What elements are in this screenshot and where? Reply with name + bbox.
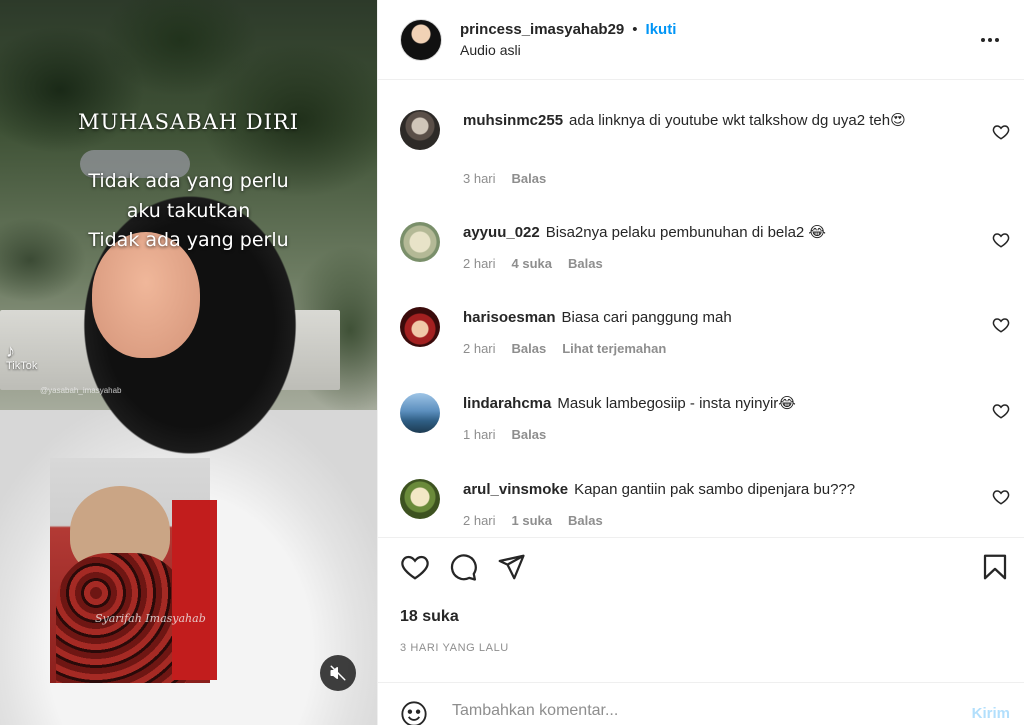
comment-like-heart-icon[interactable] — [992, 402, 1010, 420]
comment-text: muhsinmc255 ada linknya di youtube wkt ta… — [463, 110, 968, 132]
separator-dot: • — [632, 21, 638, 38]
comment-time: 2 hari — [463, 341, 496, 356]
audio-source-link[interactable]: Audio asli — [460, 42, 676, 58]
commenter-avatar[interactable] — [400, 222, 440, 262]
comment-meta: 2 hari Balas Lihat terjemahan — [463, 341, 666, 356]
commenter-username[interactable]: arul_vinsmoke — [463, 481, 568, 498]
comment-text: lindarahcma Masuk lambegosiip - insta nyi… — [463, 393, 968, 415]
comment-time: 2 hari — [463, 256, 496, 271]
comment-input[interactable] — [452, 702, 932, 720]
follow-button[interactable]: Ikuti — [646, 21, 677, 38]
comment-text: harisoesman Biasa cari panggung mah — [463, 307, 968, 329]
comments-list[interactable]: muhsinmc255 ada linknya di youtube wkt ta… — [378, 80, 1024, 537]
comment-content: Biasa cari panggung mah — [561, 309, 732, 326]
post-side-panel: princess_imasyahab29 • Ikuti Audio asli … — [377, 0, 1024, 725]
comment-meta: 2 hari 1 suka Balas — [463, 513, 603, 528]
more-horizontal-icon — [981, 38, 999, 42]
tiktok-watermark-label: TikTok — [6, 360, 38, 372]
comment-text: ayyuu_022 Bisa2nya pelaku pembunuhan di b… — [463, 222, 968, 244]
heart-icon[interactable] — [400, 552, 430, 582]
commenter-avatar[interactable] — [400, 307, 440, 347]
tiktok-logo-icon: ♪ — [6, 341, 15, 361]
author-username[interactable]: princess_imasyahab29 — [460, 21, 624, 38]
post-actions-bar — [400, 552, 1010, 588]
tiktok-watermark-handle: @yasabah_imasyahab — [40, 386, 122, 395]
reply-button[interactable]: Balas — [512, 427, 547, 442]
comment-content: ada linknya di youtube wkt talkshow dg u… — [569, 112, 906, 129]
comment-content: Masuk lambegosiip - insta nyinyir😂 — [557, 395, 796, 412]
commenter-username[interactable]: lindarahcma — [463, 395, 551, 412]
send-icon[interactable] — [496, 552, 526, 582]
video-overlay-line-1: Tidak ada yang perlu — [88, 170, 289, 192]
comment-content: Kapan gantiin pak sambo dipenjara bu??? — [574, 481, 856, 498]
comment-like-count[interactable]: 1 suka — [512, 513, 552, 528]
comment-meta: 2 hari 4 suka Balas — [463, 256, 603, 271]
comment-like-count[interactable]: 4 suka — [512, 256, 552, 271]
comment-like-heart-icon[interactable] — [992, 488, 1010, 506]
comment-text: arul_vinsmoke Kapan gantiin pak sambo dip… — [463, 479, 968, 501]
comment-compose-bar: Kirim — [400, 692, 1010, 725]
post-media[interactable]: MUHASABAH DIRI Tidak ada yang perlu aku … — [0, 0, 377, 725]
section-divider — [378, 682, 1024, 683]
author-row: princess_imasyahab29 • Ikuti — [460, 21, 676, 38]
video-overlay-title: MUHASABAH DIRI — [77, 110, 300, 134]
post-date: 3 HARI YANG LALU — [400, 642, 509, 654]
commenter-avatar[interactable] — [400, 479, 440, 519]
emoji-icon[interactable] — [400, 700, 428, 725]
comment-like-heart-icon[interactable] — [992, 316, 1010, 334]
video-overlay-line-2: aku takutkan — [126, 200, 251, 222]
instagram-post-viewer: MUHASABAH DIRI Tidak ada yang perlu aku … — [0, 0, 1024, 725]
printed-red-stripe — [172, 500, 217, 680]
author-avatar[interactable] — [400, 18, 442, 61]
comment-time: 2 hari — [463, 513, 496, 528]
comment-time: 3 hari — [463, 171, 496, 186]
reply-button[interactable]: Balas — [568, 256, 603, 271]
more-options-button[interactable] — [978, 28, 1002, 58]
reply-button[interactable]: Balas — [512, 341, 547, 356]
comment-meta: 1 hari Balas — [463, 427, 546, 442]
author-info: princess_imasyahab29 • Ikuti Audio asli — [460, 21, 676, 58]
post-header: princess_imasyahab29 • Ikuti Audio asli — [378, 0, 1024, 80]
comment-content: Bisa2nya pelaku pembunuhan di bela2 😂 — [545, 224, 826, 241]
reply-button[interactable]: Balas — [568, 513, 603, 528]
tiktok-watermark: ♪ TikTok — [6, 342, 37, 372]
comment-meta: 3 hari Balas — [463, 171, 546, 186]
commenter-username[interactable]: ayyuu_022 — [463, 224, 540, 241]
section-divider — [378, 537, 1024, 538]
comment-like-heart-icon[interactable] — [992, 231, 1010, 249]
see-translation-button[interactable]: Lihat terjemahan — [562, 341, 666, 356]
speaker-muted-icon — [330, 665, 346, 681]
reply-button[interactable]: Balas — [512, 171, 547, 186]
commenter-avatar[interactable] — [400, 393, 440, 433]
comment-icon[interactable] — [448, 552, 478, 582]
commenter-avatar[interactable] — [400, 110, 440, 150]
video-overlay-line-3: Tidak ada yang perlu — [88, 229, 289, 251]
commenter-username[interactable]: muhsinmc255 — [463, 112, 563, 129]
commenter-username[interactable]: harisoesman — [463, 309, 556, 326]
post-comment-button[interactable]: Kirim — [972, 705, 1010, 722]
printed-photo-caption: Syarifah Imasyahab — [95, 612, 206, 625]
bookmark-icon[interactable] — [980, 552, 1010, 582]
comment-like-heart-icon[interactable] — [992, 123, 1010, 141]
comment-time: 1 hari — [463, 427, 496, 442]
mute-toggle-button[interactable] — [320, 655, 356, 691]
likes-count[interactable]: 18 suka — [400, 608, 459, 626]
